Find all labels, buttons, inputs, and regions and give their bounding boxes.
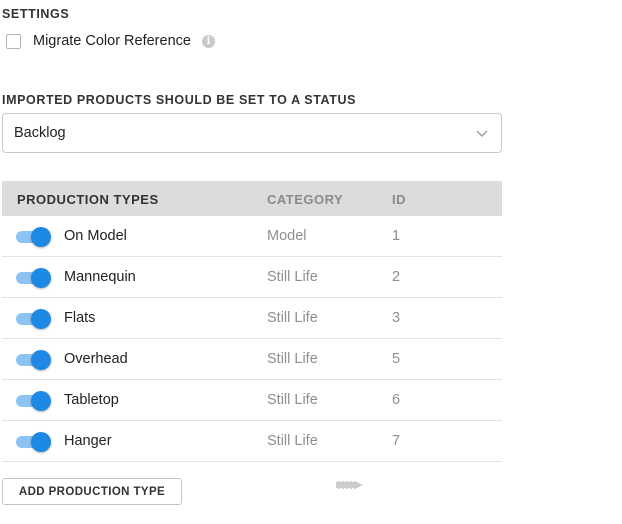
- toggle-knob: [31, 309, 51, 329]
- production-type-name: Tabletop: [64, 392, 119, 408]
- enabled-toggle[interactable]: [16, 227, 51, 247]
- enabled-toggle[interactable]: [16, 391, 51, 411]
- production-types-table: PRODUCTION TYPES CATEGORY ID On Model Mod…: [2, 181, 502, 462]
- production-type-category: Still Life: [267, 269, 318, 285]
- production-type-category: Still Life: [267, 310, 318, 326]
- production-type-name: On Model: [64, 228, 127, 244]
- toggle-knob: [31, 268, 51, 288]
- production-type-category: Still Life: [267, 433, 318, 449]
- table-row: Flats Still Life 3: [2, 298, 502, 339]
- migrate-color-label[interactable]: Migrate Color Reference: [33, 33, 191, 49]
- add-production-type-button[interactable]: ADD PRODUCTION TYPE: [2, 478, 182, 505]
- loading-spinner-icon: [336, 481, 362, 489]
- table-row: Overhead Still Life 5: [2, 339, 502, 380]
- production-type-category: Model: [267, 228, 307, 244]
- header-id: ID: [392, 192, 406, 207]
- toggle-knob: [31, 227, 51, 247]
- settings-title: SETTINGS: [2, 7, 70, 21]
- toggle-knob: [31, 391, 51, 411]
- header-category: CATEGORY: [267, 192, 344, 207]
- production-type-name: Hanger: [64, 433, 112, 449]
- production-type-id: 6: [392, 392, 401, 408]
- table-header: PRODUCTION TYPES CATEGORY ID: [2, 181, 502, 216]
- production-type-id: 7: [392, 433, 401, 449]
- production-type-id: 3: [392, 310, 401, 326]
- production-type-name: Flats: [64, 310, 96, 326]
- toggle-knob: [31, 432, 51, 452]
- status-title: IMPORTED PRODUCTS SHOULD BE SET TO A STA…: [2, 93, 357, 107]
- enabled-toggle[interactable]: [16, 309, 51, 329]
- header-production-types: PRODUCTION TYPES: [17, 192, 159, 207]
- chevron-down-icon: [476, 130, 488, 137]
- production-type-id: 5: [392, 351, 401, 367]
- enabled-toggle[interactable]: [16, 432, 51, 452]
- enabled-toggle[interactable]: [16, 268, 51, 288]
- status-select[interactable]: Backlog: [2, 113, 502, 153]
- production-type-id: 2: [392, 269, 401, 285]
- toggle-knob: [31, 350, 51, 370]
- status-select-value: Backlog: [14, 125, 66, 141]
- production-type-category: Still Life: [267, 392, 318, 408]
- table-row: Mannequin Still Life 2: [2, 257, 502, 298]
- info-icon[interactable]: i: [201, 34, 215, 48]
- production-type-id: 1: [392, 228, 401, 244]
- migrate-color-checkbox[interactable]: [6, 33, 21, 49]
- table-row: Tabletop Still Life 6: [2, 380, 502, 421]
- table-row: Hanger Still Life 7: [2, 421, 502, 462]
- production-type-name: Overhead: [64, 351, 128, 367]
- production-type-name: Mannequin: [64, 269, 136, 285]
- migrate-color-row: Migrate Color Reference i: [6, 33, 215, 49]
- production-type-category: Still Life: [267, 351, 318, 367]
- table-row: On Model Model 1: [2, 216, 502, 257]
- enabled-toggle[interactable]: [16, 350, 51, 370]
